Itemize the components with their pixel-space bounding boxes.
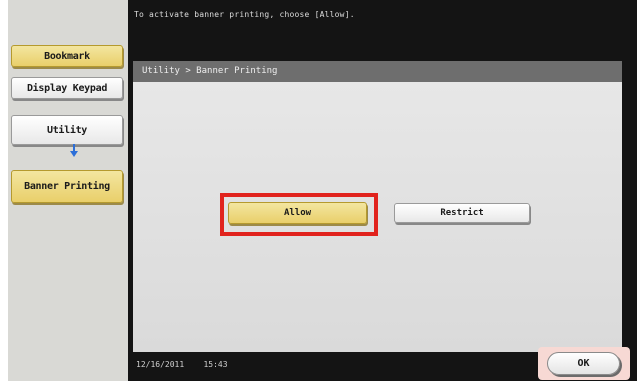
restrict-button[interactable]: Restrict bbox=[394, 203, 530, 223]
instruction-message: To activate banner printing, choose [All… bbox=[134, 10, 355, 19]
datetime: 12/16/2011 15:43 bbox=[136, 360, 228, 369]
allow-button[interactable]: Allow bbox=[228, 202, 367, 224]
nav-arrow-stem bbox=[73, 144, 75, 151]
banner-printing-screen: Bookmark Display Keypad Utility Banner P… bbox=[0, 0, 637, 381]
date-text: 12/16/2011 bbox=[136, 360, 185, 369]
ok-button[interactable]: OK bbox=[547, 352, 620, 375]
bookmark-button[interactable]: Bookmark bbox=[11, 45, 123, 67]
nav-item-utility[interactable]: Utility bbox=[11, 115, 123, 145]
nav-item-banner-printing[interactable]: Banner Printing bbox=[11, 170, 123, 203]
time-text: 15:43 bbox=[203, 360, 228, 369]
left-panel: Bookmark Display Keypad Utility Banner P… bbox=[8, 0, 128, 381]
display-keypad-button[interactable]: Display Keypad bbox=[11, 77, 123, 99]
arrow-down-icon bbox=[70, 151, 78, 157]
breadcrumb: Utility > Banner Printing bbox=[133, 61, 622, 82]
